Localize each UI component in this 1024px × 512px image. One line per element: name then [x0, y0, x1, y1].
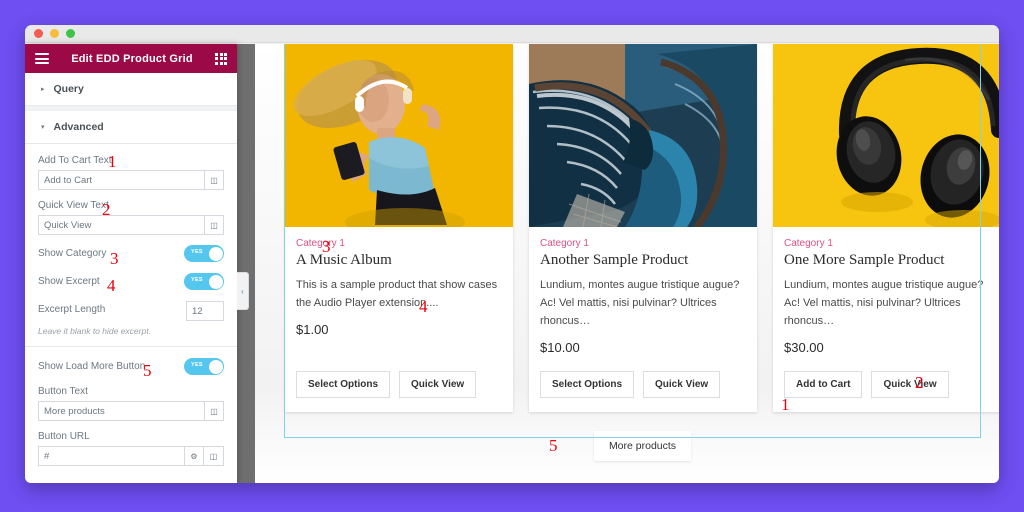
elementor-panel: Edit EDD Product Grid ▸ Query ▾ Advanced… [25, 44, 237, 483]
show-excerpt-toggle-state: YES [191, 277, 203, 283]
load-more-wrap: More products [285, 431, 999, 461]
product-excerpt: Lundium, montes augue tristique augue? A… [784, 279, 984, 327]
product-price: $10.00 [540, 339, 580, 355]
section-advanced-label: Advanced [53, 121, 104, 133]
panel-content: Add To Cart Text ◫ Quick View Text ◫ Sho… [25, 144, 237, 466]
button-text-dynamic-tags-icon[interactable]: ◫ [204, 401, 224, 421]
button-url-label: Button URL [38, 431, 90, 442]
field-quick-view-text: Quick View Text ◫ [38, 200, 224, 235]
product-card[interactable]: Category 1 One More Sample Product Lundi… [773, 44, 999, 412]
product-card[interactable]: Category 1 A Music Album This is a sampl… [285, 44, 513, 412]
add-to-cart-button[interactable]: Add to Cart [784, 370, 863, 398]
window-maximize-button[interactable] [66, 29, 75, 38]
woman-with-headphones-photo[interactable] [285, 44, 513, 227]
add-to-cart-text-input[interactable] [38, 170, 204, 190]
chevron-right-icon: ▸ [41, 85, 45, 93]
show-load-more-toggle-state: YES [191, 362, 203, 368]
toggle-knob [208, 359, 223, 374]
select-options-button[interactable]: Select Options [540, 370, 635, 398]
add-to-cart-text-label: Add To Cart Text [38, 155, 112, 166]
field-show-excerpt: Show Excerpt YES [38, 273, 224, 290]
button-url-dynamic-tags-icon[interactable]: ◫ [204, 446, 224, 466]
toggle-knob [208, 246, 223, 261]
quick-view-text-input[interactable] [38, 215, 204, 235]
excerpt-length-label: Excerpt Length [38, 303, 106, 315]
button-text-label: Button Text [38, 386, 88, 397]
product-title[interactable]: Another Sample Product [540, 252, 746, 269]
product-category[interactable]: Category 1 [296, 238, 502, 249]
field-add-to-cart-text: Add To Cart Text ◫ [38, 155, 224, 190]
show-load-more-label: Show Load More Button [38, 361, 146, 372]
product-actions: Select Options Quick View [296, 370, 502, 398]
panel-divider [25, 346, 237, 347]
show-excerpt-label: Show Excerpt [38, 276, 100, 287]
product-card-body: Category 1 Another Sample Product Lundiu… [529, 227, 757, 412]
button-text-input[interactable] [38, 401, 204, 421]
panel-title: Edit EDD Product Grid [71, 52, 193, 65]
window-content: Edit EDD Product Grid ▸ Query ▾ Advanced… [25, 44, 999, 483]
product-price: $1.00 [296, 321, 329, 337]
product-card[interactable]: Category 1 Another Sample Product Lundiu… [529, 44, 757, 412]
show-load-more-toggle[interactable]: YES [184, 358, 224, 375]
product-image-2-art [529, 44, 757, 227]
product-excerpt: Lundium, montes augue tristique augue? A… [540, 279, 740, 327]
product-card-body: Category 1 A Music Album This is a sampl… [285, 227, 513, 412]
preview-canvas: Category 1 A Music Album This is a sampl… [237, 44, 999, 483]
window-close-button[interactable] [34, 29, 43, 38]
window-titlebar [25, 25, 999, 43]
select-options-button[interactable]: Select Options [296, 370, 391, 398]
product-title[interactable]: One More Sample Product [784, 252, 990, 269]
quick-view-button[interactable]: Quick View [643, 370, 721, 398]
quick-view-text-dynamic-tags-icon[interactable]: ◫ [204, 215, 224, 235]
toggle-knob [208, 274, 223, 289]
product-image-3-art [773, 44, 999, 227]
field-button-url: Button URL ⚙ ◫ [38, 431, 224, 466]
add-to-cart-text-dynamic-tags-icon[interactable]: ◫ [204, 170, 224, 190]
load-more-button[interactable]: More products [593, 431, 692, 461]
product-actions: Select Options Quick View [540, 370, 746, 398]
product-image-1-art [285, 44, 513, 227]
preview-page: Category 1 A Music Album This is a sampl… [255, 44, 999, 483]
show-category-label: Show Category [38, 248, 107, 259]
excerpt-length-hint: Leave it blank to hide excerpt. [38, 326, 151, 336]
show-category-toggle[interactable]: YES [184, 245, 224, 262]
hamburger-icon[interactable] [35, 53, 49, 64]
grid-apps-icon[interactable] [215, 52, 227, 65]
section-advanced[interactable]: ▾ Advanced [25, 111, 237, 144]
spiral-staircase-photo[interactable] [529, 44, 757, 227]
chevron-down-icon: ▾ [41, 123, 45, 131]
product-excerpt: This is a sample product that show cases… [296, 279, 498, 310]
panel-header: Edit EDD Product Grid [25, 44, 237, 73]
product-grid: Category 1 A Music Album This is a sampl… [285, 44, 999, 412]
product-category[interactable]: Category 1 [784, 238, 990, 249]
black-headphones-photo[interactable] [773, 44, 999, 227]
field-button-text: Button Text ◫ [38, 386, 224, 421]
field-excerpt-length: Excerpt Length [38, 301, 224, 321]
product-actions: Add to Cart Quick View [784, 370, 990, 398]
browser-window: Edit EDD Product Grid ▸ Query ▾ Advanced… [25, 25, 999, 483]
quick-view-button[interactable]: Quick View [399, 370, 477, 398]
excerpt-length-input[interactable] [186, 301, 224, 321]
section-query-label: Query [53, 83, 84, 95]
window-minimize-button[interactable] [50, 29, 59, 38]
product-price: $30.00 [784, 339, 824, 355]
panel-collapse-handle[interactable]: ‹ [237, 272, 249, 310]
field-show-category: Show Category YES [38, 245, 224, 262]
button-url-input[interactable] [38, 446, 184, 466]
show-excerpt-toggle[interactable]: YES [184, 273, 224, 290]
product-category[interactable]: Category 1 [540, 238, 746, 249]
quick-view-button[interactable]: Quick View [871, 370, 949, 398]
show-category-toggle-state: YES [191, 249, 203, 255]
product-title[interactable]: A Music Album [296, 252, 502, 269]
quick-view-text-label: Quick View Text [38, 200, 109, 211]
product-card-body: Category 1 One More Sample Product Lundi… [773, 227, 999, 412]
section-query[interactable]: ▸ Query [25, 73, 237, 106]
field-show-load-more: Show Load More Button YES [38, 358, 224, 375]
button-url-settings-icon[interactable]: ⚙ [184, 446, 204, 466]
